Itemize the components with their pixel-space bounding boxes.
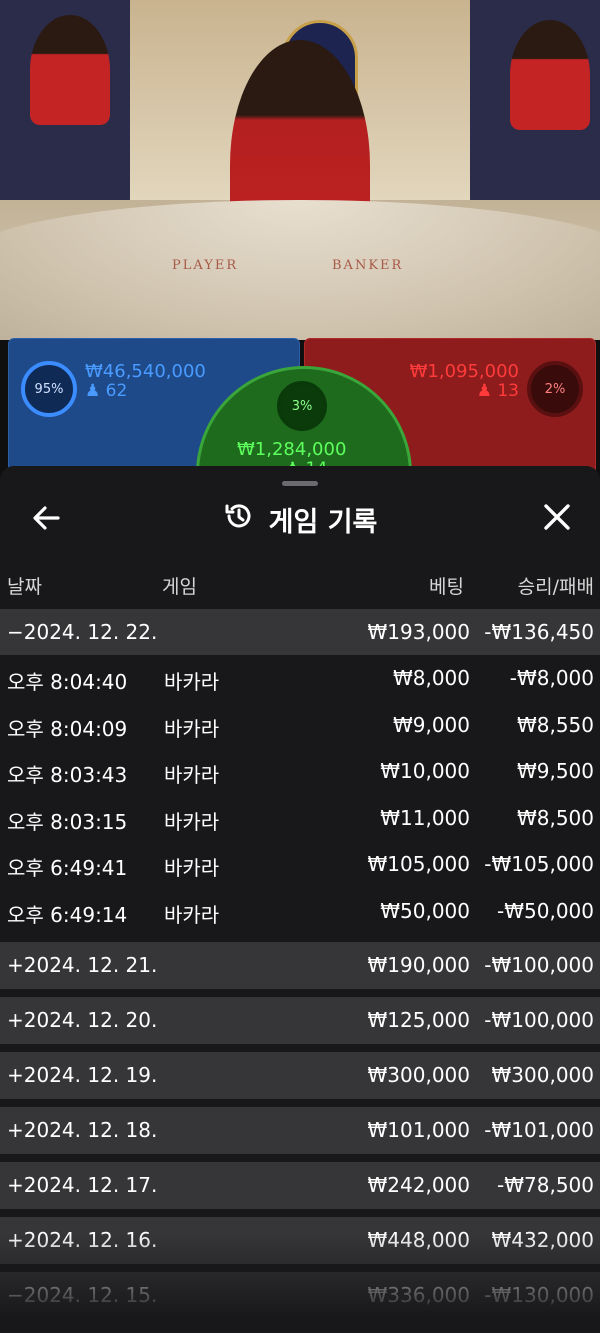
col-game: 게임 bbox=[162, 576, 197, 598]
day-result: -₩100,000 bbox=[484, 953, 594, 977]
round-time: 오후 6:49:14 bbox=[7, 902, 128, 927]
round-result: ₩8,550 bbox=[516, 712, 594, 737]
tie-percent-ring: 3% bbox=[277, 381, 327, 431]
round-bet: ₩10,000 bbox=[380, 759, 470, 783]
day-bet: ₩336,000 bbox=[367, 1283, 470, 1307]
day-date: +2024. 12. 20. bbox=[7, 1008, 158, 1032]
player-count-value: 62 bbox=[105, 381, 128, 401]
round-row[interactable]: 오후 8:04:09 바카라 ₩9,000 ₩8,550 bbox=[0, 702, 600, 749]
baccarat-table bbox=[0, 200, 600, 340]
round-row[interactable]: 오후 8:03:43 바카라 ₩10,000 ₩9,500 bbox=[0, 748, 600, 795]
round-row[interactable]: 오후 6:49:41 바카라 ₩105,000 -₩105,000 bbox=[0, 841, 600, 888]
round-game: 바카라 bbox=[164, 856, 220, 880]
dealer-figure bbox=[510, 20, 590, 130]
day-date: +2024. 12. 21. bbox=[7, 953, 158, 977]
day-row[interactable]: +2024. 12. 17. ₩242,000 -₩78,500 bbox=[0, 1162, 600, 1209]
player-count: ♟ 62 bbox=[85, 381, 127, 401]
player-percent-ring: 95% bbox=[21, 361, 77, 417]
round-bet: ₩8,000 bbox=[392, 666, 470, 690]
round-time: 오후 8:03:43 bbox=[7, 763, 128, 787]
day-row[interactable]: +2024. 12. 18. ₩101,000 -₩101,000 bbox=[0, 1107, 600, 1154]
day-result: ₩300,000 bbox=[491, 1063, 594, 1087]
round-bet: ₩50,000 bbox=[380, 898, 470, 923]
table-player-label: PLAYER bbox=[172, 258, 239, 273]
day-row-expanded[interactable]: −2024. 12. 22. ₩193,000 -₩136,450 bbox=[0, 609, 600, 655]
banker-count-value: 13 bbox=[497, 381, 519, 401]
sheet-title-text: 게임 기록 bbox=[268, 507, 378, 538]
tie-amount: ₩1,284,000 bbox=[237, 439, 347, 460]
day-bet: ₩242,000 bbox=[367, 1173, 470, 1197]
round-row[interactable]: 오후 8:03:15 바카라 ₩11,000 ₩8,500 bbox=[0, 795, 600, 842]
day-bet: ₩125,000 bbox=[367, 1008, 470, 1032]
day-date: +2024. 12. 19. bbox=[7, 1063, 158, 1087]
round-game: 바카라 bbox=[164, 670, 220, 694]
round-result: -₩50,000 bbox=[497, 898, 594, 923]
day-result: -₩78,500 bbox=[497, 1173, 594, 1197]
round-result: -₩8,000 bbox=[509, 666, 594, 690]
day-bet: ₩101,000 bbox=[367, 1118, 470, 1142]
day-row[interactable]: +2024. 12. 20. ₩125,000 -₩100,000 bbox=[0, 997, 600, 1044]
round-result: ₩9,500 bbox=[516, 759, 594, 783]
player-amount: ₩46,540,000 bbox=[85, 361, 206, 382]
round-bet: ₩105,000 bbox=[367, 852, 470, 876]
round-row[interactable]: 오후 8:04:40 바카라 ₩8,000 -₩8,000 bbox=[0, 655, 600, 702]
person-icon: ♟ bbox=[85, 381, 101, 401]
column-headers: 날짜 게임 베팅 승리/패배 bbox=[0, 562, 600, 608]
day-bet: ₩300,000 bbox=[367, 1063, 470, 1087]
round-time: 오후 8:04:09 bbox=[7, 716, 128, 741]
day-result: -₩130,000 bbox=[484, 1283, 594, 1307]
live-video: PLAYER BANKER bbox=[0, 0, 600, 340]
history-icon bbox=[223, 500, 255, 539]
dealer-figure bbox=[30, 15, 110, 125]
round-time: 오후 6:49:41 bbox=[7, 856, 128, 880]
round-time: 오후 8:04:40 bbox=[7, 670, 128, 694]
col-result: 승리/패배 bbox=[517, 576, 594, 598]
close-icon[interactable] bbox=[540, 500, 574, 534]
round-result: -₩105,000 bbox=[484, 852, 594, 876]
day-date: +2024. 12. 17. bbox=[7, 1173, 158, 1197]
history-list: −2024. 12. 22. ₩193,000 -₩136,450 오후 8:0… bbox=[0, 609, 600, 1319]
banker-count: ♟ 13 bbox=[477, 381, 519, 401]
sheet-header: 게임 기록 bbox=[0, 486, 600, 556]
round-game: 바카라 bbox=[164, 763, 220, 787]
day-date: +2024. 12. 18. bbox=[7, 1118, 158, 1142]
sheet-title: 게임 기록 bbox=[0, 500, 600, 539]
banker-amount: ₩1,095,000 bbox=[409, 361, 519, 382]
col-date: 날짜 bbox=[7, 576, 42, 598]
day-result: ₩432,000 bbox=[491, 1228, 594, 1252]
day-bet: ₩448,000 bbox=[367, 1228, 470, 1252]
day-bet: ₩193,000 bbox=[367, 620, 470, 644]
round-result: ₩8,500 bbox=[516, 805, 594, 830]
round-row[interactable]: 오후 6:49:14 바카라 ₩50,000 -₩50,000 bbox=[0, 888, 600, 935]
day-bet: ₩190,000 bbox=[367, 953, 470, 977]
day-result: -₩100,000 bbox=[484, 1008, 594, 1032]
round-game: 바카라 bbox=[164, 902, 220, 927]
round-bet: ₩9,000 bbox=[392, 712, 470, 737]
round-time: 오후 8:03:15 bbox=[7, 809, 128, 834]
day-date: −2024. 12. 15. bbox=[7, 1283, 158, 1307]
day-result: -₩101,000 bbox=[484, 1118, 594, 1142]
game-history-sheet: 게임 기록 날짜 게임 베팅 승리/패배 −2024. 12. 22. ₩193… bbox=[0, 466, 600, 1333]
round-game: 바카라 bbox=[164, 716, 220, 741]
table-banker-label: BANKER bbox=[332, 258, 404, 273]
day-row[interactable]: +2024. 12. 19. ₩300,000 ₩300,000 bbox=[0, 1052, 600, 1099]
banker-percent-ring: 2% bbox=[527, 361, 583, 417]
person-icon: ♟ bbox=[476, 381, 492, 401]
day-date: +2024. 12. 16. bbox=[7, 1228, 158, 1252]
day-result: -₩136,450 bbox=[484, 620, 594, 644]
day-date: −2024. 12. 22. bbox=[7, 620, 158, 644]
round-bet: ₩11,000 bbox=[380, 805, 470, 830]
day-row[interactable]: −2024. 12. 15. ₩336,000 -₩130,000 bbox=[0, 1272, 600, 1319]
round-game: 바카라 bbox=[164, 809, 220, 834]
day-row[interactable]: +2024. 12. 21. ₩190,000 -₩100,000 bbox=[0, 942, 600, 989]
round-list: 오후 8:04:40 바카라 ₩8,000 -₩8,000 오후 8:04:09… bbox=[0, 655, 600, 934]
col-bet: 베팅 bbox=[429, 576, 464, 598]
bet-summary: 95% ₩46,540,000 ♟ 62 2% ₩1,095,000 ♟ 13 … bbox=[0, 338, 600, 582]
day-row[interactable]: +2024. 12. 16. ₩448,000 ₩432,000 bbox=[0, 1217, 600, 1264]
